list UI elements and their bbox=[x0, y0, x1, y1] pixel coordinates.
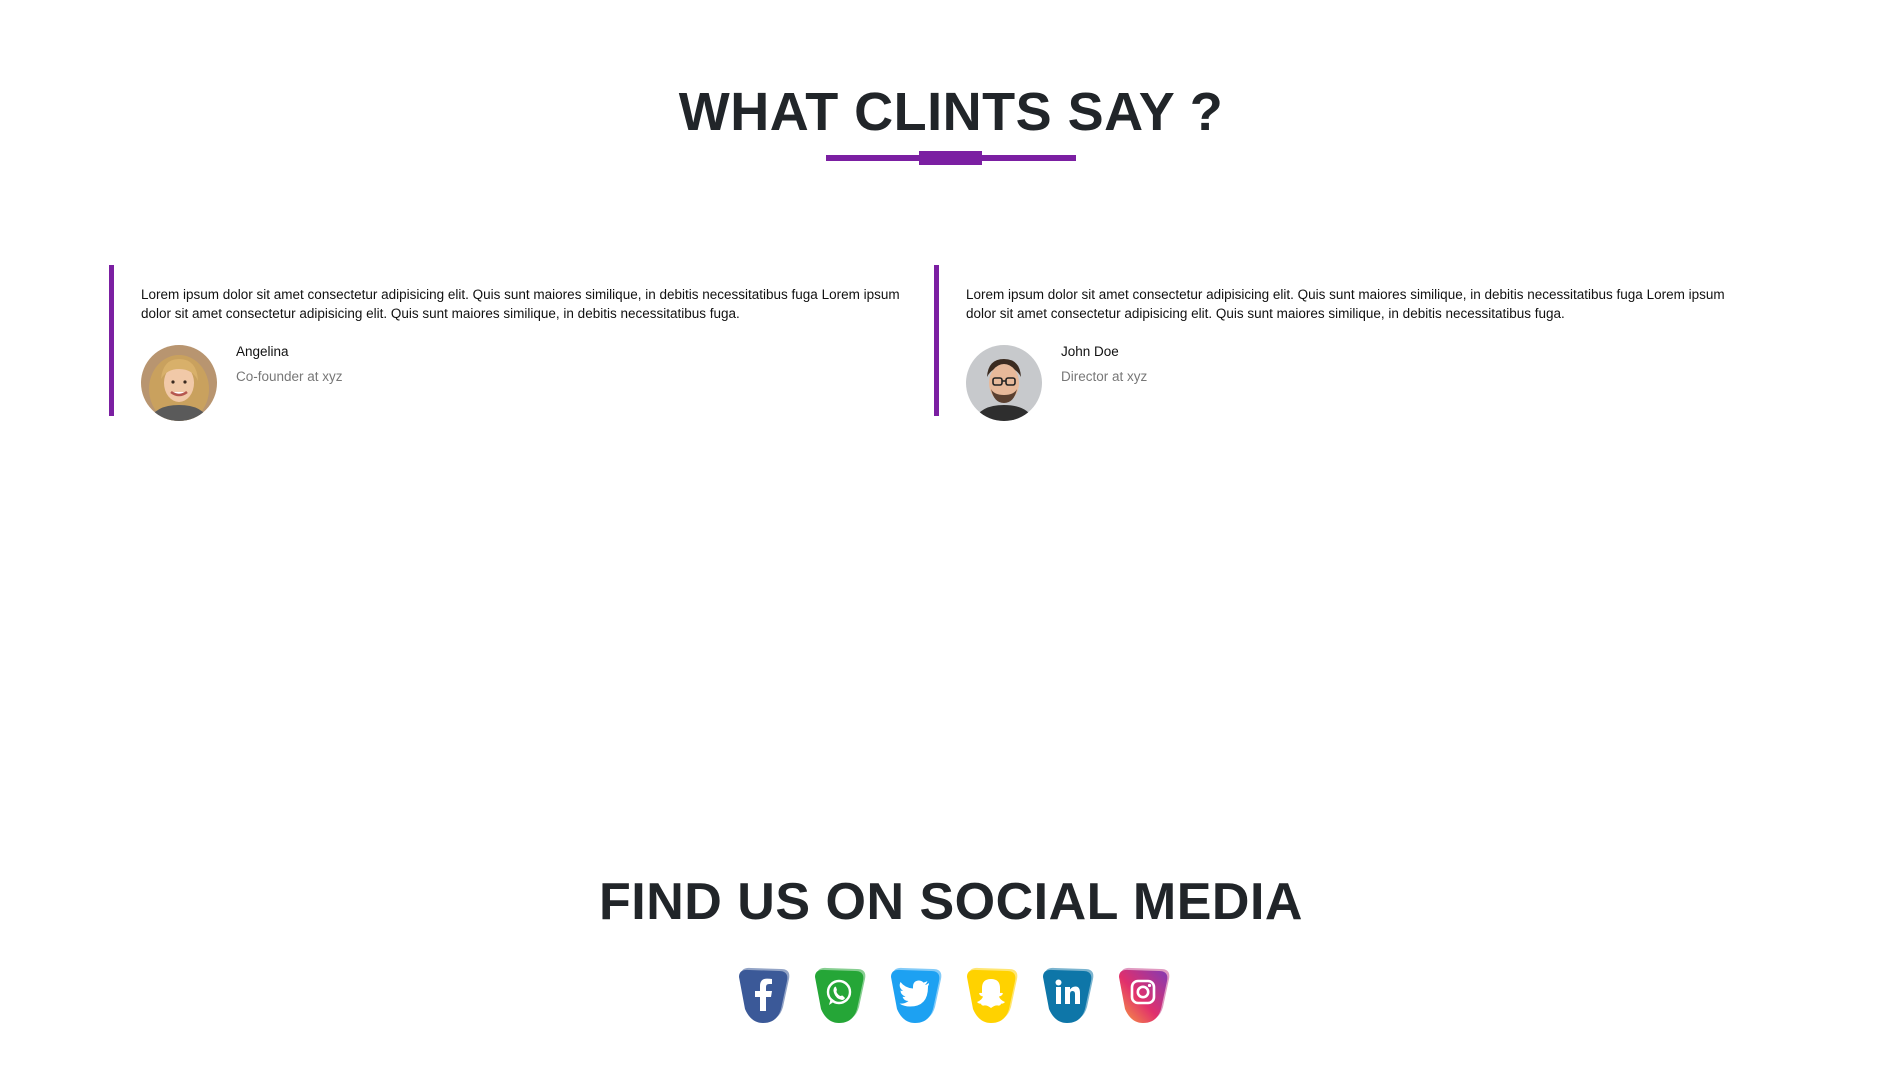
testimonial-name: Angelina bbox=[236, 344, 289, 359]
testimonial-name: John Doe bbox=[1061, 344, 1119, 359]
linkedin-icon[interactable] bbox=[1037, 965, 1097, 1025]
avatar bbox=[141, 345, 217, 421]
testimonial-role: Co-founder at xyz bbox=[236, 369, 343, 384]
testimonials-title: WHAT CLINTS SAY ? bbox=[678, 82, 1224, 142]
testimonial-card: Lorem ipsum dolor sit amet consectetur a… bbox=[109, 265, 929, 421]
whatsapp-icon[interactable] bbox=[809, 965, 869, 1025]
avatar bbox=[966, 345, 1042, 421]
page: WHAT CLINTS SAY ? Lorem ipsum dolor sit … bbox=[0, 0, 1902, 1078]
twitter-icon[interactable] bbox=[885, 965, 945, 1025]
instagram-icon[interactable] bbox=[1113, 965, 1173, 1025]
social-links bbox=[733, 965, 1173, 1025]
testimonial-role: Director at xyz bbox=[1061, 369, 1148, 384]
testimonial-quote: Lorem ipsum dolor sit amet consectetur a… bbox=[966, 287, 1725, 321]
facebook-icon[interactable] bbox=[733, 965, 793, 1025]
social-title: FIND US ON SOCIAL MEDIA bbox=[599, 873, 1303, 931]
title-underline-accent bbox=[919, 151, 982, 165]
snapchat-icon[interactable] bbox=[961, 965, 1021, 1025]
testimonial-quote: Lorem ipsum dolor sit amet consectetur a… bbox=[141, 287, 900, 321]
testimonial-card: Lorem ipsum dolor sit amet consectetur a… bbox=[934, 265, 1754, 421]
